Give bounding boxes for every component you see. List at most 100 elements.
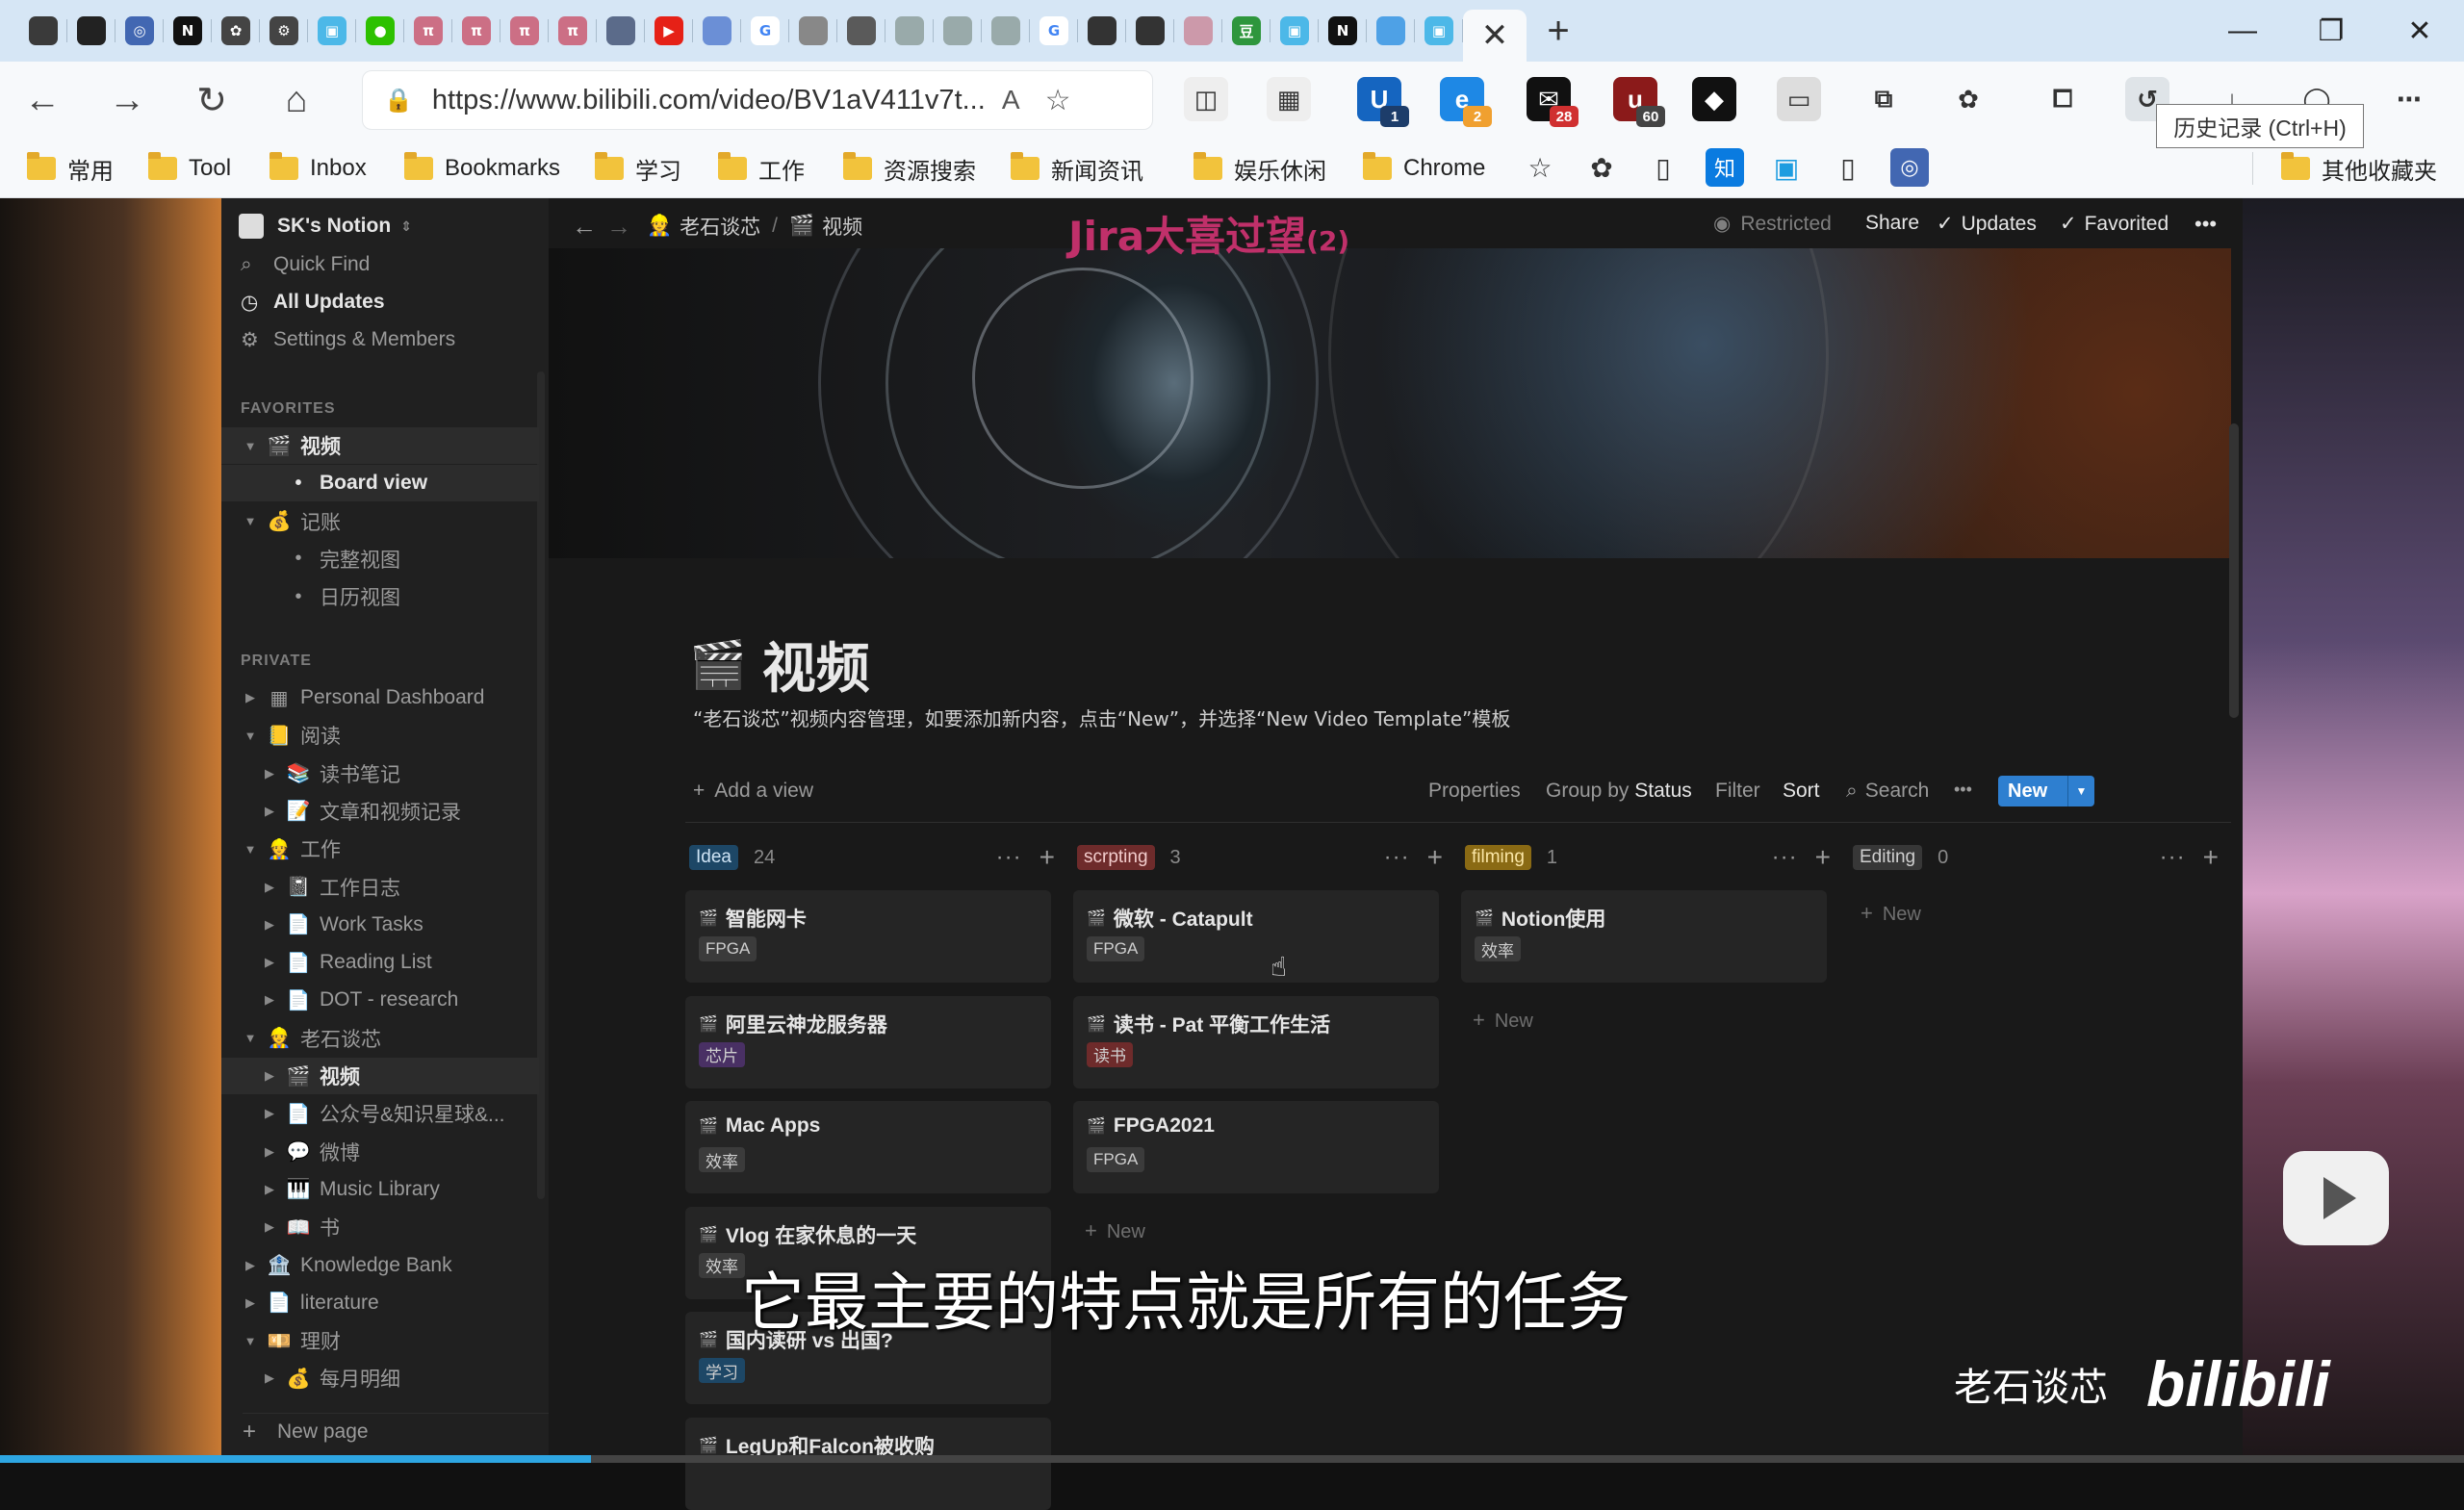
browser-tab[interactable]: ▣	[308, 0, 356, 62]
sidebar-item[interactable]: ▶ 💰 每月明细	[221, 1360, 539, 1396]
puzzle-icon[interactable]: ✿	[1582, 148, 1621, 187]
caret-down-icon[interactable]: ▼	[243, 1031, 258, 1045]
url-text[interactable]: https://www.bilibili.com/video/BV1aV411v…	[432, 85, 990, 116]
sidebar-item[interactable]: ▶ 🏦 Knowledge Bank	[221, 1247, 539, 1284]
caret-right-icon[interactable]: ▶	[262, 992, 277, 1008]
sidebar-item[interactable]: ▶ 📝 文章和视频记录	[221, 793, 539, 830]
bookmark-folder[interactable]: 学习	[595, 150, 681, 187]
caret-down-icon[interactable]: ▼	[243, 842, 258, 857]
browser-tab[interactable]	[886, 0, 934, 62]
chevron-down-icon[interactable]: ▼	[2067, 776, 2094, 806]
browser-tab[interactable]	[1367, 0, 1415, 62]
dark-ext-icon[interactable]: ◆	[1692, 77, 1736, 121]
close-tab-icon[interactable]: ✕	[1481, 16, 1509, 55]
sidebar-item[interactable]: ▶ 🎹 Music Library	[221, 1171, 539, 1208]
browser-tab[interactable]: N	[1319, 0, 1367, 62]
favorited-button[interactable]: ✓ Favorited	[2060, 212, 2169, 236]
new-tab-button[interactable]: +	[1527, 10, 1590, 53]
extensions-icon[interactable]: ✿	[1946, 77, 1990, 121]
sidebar-item[interactable]: ▶ 📄 Work Tasks	[221, 907, 539, 943]
read-aloud-icon[interactable]: A	[1002, 85, 1020, 115]
browser-tab[interactable]	[934, 0, 982, 62]
caret-right-icon[interactable]: ▶	[262, 917, 277, 933]
board-card[interactable]: 🎬 微软 - Catapult FPGA	[1073, 890, 1439, 983]
board-card[interactable]: 🎬 读书 - Pat 平衡工作生活 读书	[1073, 995, 1439, 1088]
more-options-button[interactable]: •••	[2194, 212, 2217, 237]
sidebar-item[interactable]: • Board view	[221, 465, 539, 502]
sidebar-item[interactable]: ▶ ▦ Personal Dashboard	[221, 679, 539, 716]
caret-right-icon[interactable]: ▶	[243, 690, 258, 705]
caret-down-icon[interactable]: ▼	[243, 514, 258, 528]
bookmark-ext-icon[interactable]: U1	[1357, 77, 1409, 127]
bilibili-tv-icon[interactable]	[2283, 1151, 2389, 1245]
more-menu-icon[interactable]: ⋯	[2387, 77, 2431, 121]
sidebar-item[interactable]: ▶ 🎬 视频	[221, 1058, 539, 1094]
board-column-header[interactable]: filming 1 ··· +	[1465, 842, 1831, 872]
caret-right-icon[interactable]: ▶	[262, 1219, 277, 1235]
browser-tab[interactable]: G	[741, 0, 789, 62]
caret-right-icon[interactable]: ▶	[262, 1106, 277, 1121]
video-progress-track[interactable]	[0, 1455, 2464, 1463]
search-button[interactable]: ⌕ Search	[1846, 780, 1929, 803]
browser-tab[interactable]: N	[164, 0, 212, 62]
favorite-star-icon[interactable]: ☆	[1045, 84, 1071, 117]
quick-find[interactable]: ⌕ Quick Find	[241, 246, 558, 283]
all-updates[interactable]: ◷ All Updates	[241, 284, 558, 320]
board-card[interactable]: 🎬 LegUp和Falcon被收购	[685, 1417, 1051, 1510]
minimize-button[interactable]: —	[2198, 0, 2287, 62]
sidebar-item[interactable]: ▶ 📖 书	[221, 1209, 539, 1245]
sidebar-item[interactable]: • 完整视图	[221, 541, 539, 577]
sidebar-item[interactable]: ▶ 📓 工作日志	[221, 869, 539, 906]
sidebar-item[interactable]: ▶ 📄 DOT - research	[221, 982, 539, 1018]
breadcrumb-item-current[interactable]: 视频	[822, 212, 862, 241]
board-card[interactable]: 🎬 Mac Apps 效率	[685, 1101, 1051, 1193]
new-item-button[interactable]: New ▼	[1998, 776, 2094, 806]
browser-tab[interactable]	[789, 0, 837, 62]
add-view-button[interactable]: + Add a view	[693, 780, 813, 803]
bookmark-folder[interactable]: Inbox	[270, 150, 367, 187]
board-card[interactable]: 🎬 智能网卡 FPGA	[685, 890, 1051, 983]
browser-tab[interactable]: ◎	[116, 0, 164, 62]
page-forward-button[interactable]: →	[606, 212, 631, 242]
sidebar-item[interactable]: ▶ 📄 Reading List	[221, 944, 539, 981]
column-add-icon[interactable]: +	[2203, 842, 2219, 873]
properties-button[interactable]: Properties	[1428, 780, 1521, 803]
sidebar-item[interactable]: ▶ 📚 读书笔记	[221, 755, 539, 792]
status-tag[interactable]: Idea	[689, 845, 738, 870]
sidebar-item[interactable]: • 日历视图	[221, 578, 539, 615]
split-screen-icon[interactable]: ⧉	[1861, 77, 1906, 121]
caret-right-icon[interactable]: ▶	[243, 1258, 258, 1273]
address-bar[interactable]: 🔒 https://www.bilibili.com/video/BV1aV41…	[362, 70, 1153, 130]
edge-ext-icon[interactable]: e2	[1440, 77, 1492, 127]
board-column-header[interactable]: scrpting 3 ··· +	[1077, 842, 1443, 872]
browser-tab[interactable]	[982, 0, 1030, 62]
page-icon[interactable]: ▯	[1644, 148, 1682, 187]
browser-tab[interactable]: π	[549, 0, 597, 62]
bookmark-folder[interactable]: 新闻资讯	[1011, 150, 1143, 187]
zhihu-icon[interactable]: 知	[1706, 148, 1744, 187]
breadcrumb-item-parent[interactable]: 老石谈芯	[680, 212, 760, 241]
star-list-icon[interactable]: ☆	[1521, 148, 1559, 187]
rss-icon[interactable]: ◎	[1890, 148, 1929, 187]
new-page-button[interactable]: + New page	[243, 1413, 549, 1449]
browser-tab[interactable]: ▣	[1415, 0, 1463, 62]
apps-icon[interactable]: ▦	[1267, 77, 1311, 121]
browser-tab[interactable]	[1174, 0, 1222, 62]
caret-down-icon[interactable]: ▼	[243, 1334, 258, 1348]
bookmark-folder[interactable]: 娱乐休闲	[1194, 150, 1326, 187]
settings-members[interactable]: ⚙ Settings & Members	[241, 321, 558, 358]
browser-tab[interactable]: π	[404, 0, 452, 62]
caret-right-icon[interactable]: ▶	[262, 955, 277, 970]
restore-button[interactable]: ❐	[2287, 0, 2375, 62]
caret-right-icon[interactable]: ▶	[262, 1144, 277, 1160]
sidebar-item[interactable]: ▶ 💬 微博	[221, 1134, 539, 1170]
page-title[interactable]: 🎬 视频	[689, 626, 870, 704]
workspace-switcher[interactable]: SK's Notion ⇕	[239, 208, 556, 244]
status-tag[interactable]: scrpting	[1077, 845, 1155, 870]
caret-down-icon[interactable]: ▼	[243, 439, 258, 453]
caret-right-icon[interactable]: ▶	[262, 1182, 277, 1197]
status-tag[interactable]: Editing	[1853, 845, 1923, 870]
bookmark-folder[interactable]: Chrome	[1363, 150, 1485, 187]
sidebar-item[interactable]: ▶ 📄 literature	[221, 1285, 539, 1321]
group-by-button[interactable]: Group by Status	[1546, 780, 1692, 803]
